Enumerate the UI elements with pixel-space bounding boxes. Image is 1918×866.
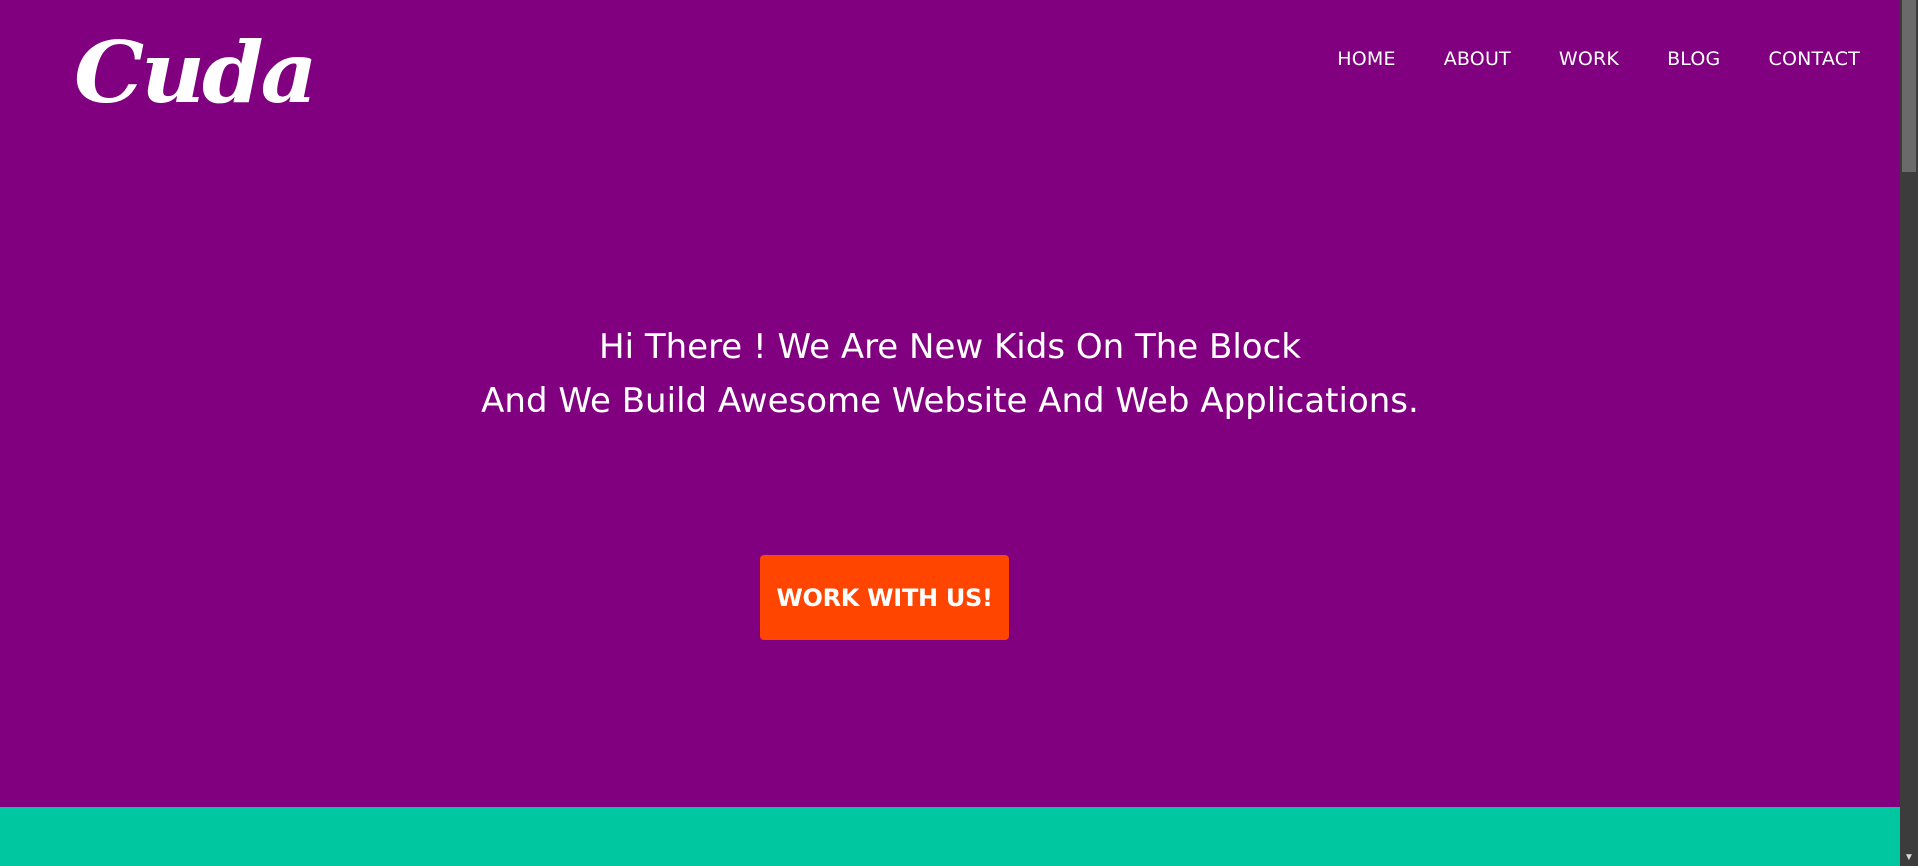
next-section-band xyxy=(0,807,1900,866)
nav-item-contact[interactable]: CONTACT xyxy=(1768,46,1860,72)
scrollbar-thumb[interactable] xyxy=(1902,0,1916,172)
nav-item-blog[interactable]: BLOG xyxy=(1667,46,1720,72)
nav-item-about[interactable]: ABOUT xyxy=(1444,46,1511,72)
hero-headline: Hi There ! We Are New Kids On The Block … xyxy=(0,320,1900,428)
brand-logo[interactable]: Cuda xyxy=(74,28,318,118)
page: Cuda HOME ABOUT WORK BLOG CONTACT Hi The… xyxy=(0,0,1918,866)
brand-logo-text: Cuda xyxy=(74,23,318,122)
work-with-us-button[interactable]: WORK WITH US! xyxy=(760,555,1009,640)
nav-item-work[interactable]: WORK xyxy=(1559,46,1619,72)
hero-section: Cuda HOME ABOUT WORK BLOG CONTACT Hi The… xyxy=(0,0,1900,807)
hero-headline-line-1: Hi There ! We Are New Kids On The Block xyxy=(599,327,1301,367)
scroll-down-arrow-icon[interactable]: ▼ xyxy=(1900,850,1918,866)
nav-item-home[interactable]: HOME xyxy=(1337,46,1395,72)
vertical-scrollbar[interactable]: ▼ xyxy=(1900,0,1918,866)
hero-headline-line-2: And We Build Awesome Website And Web App… xyxy=(481,381,1419,421)
main-nav: HOME ABOUT WORK BLOG CONTACT xyxy=(1337,46,1860,72)
